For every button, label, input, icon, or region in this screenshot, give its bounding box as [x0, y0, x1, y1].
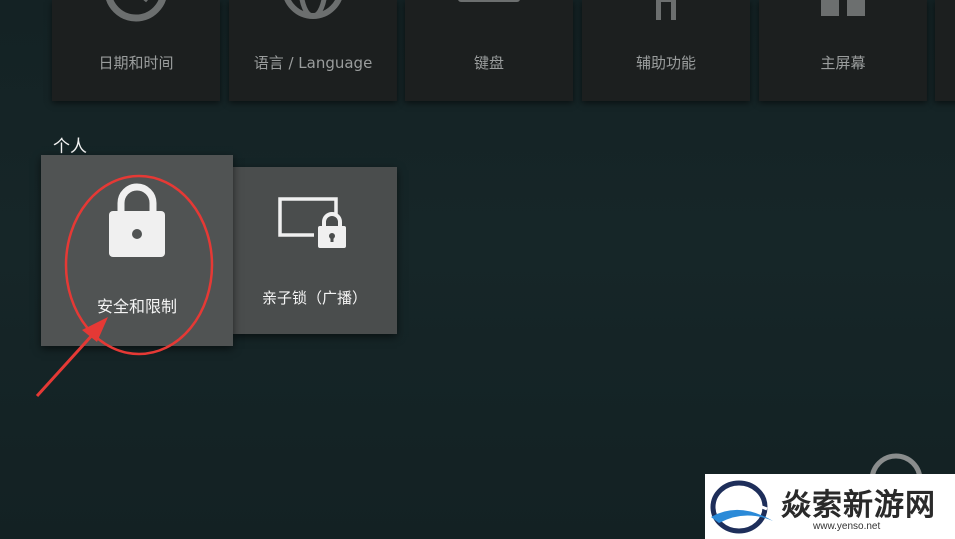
- watermark-logo: 焱索新游网 www.yenso.net: [705, 474, 955, 539]
- watermark-url: www.yenso.net: [813, 521, 881, 532]
- keyboard-icon: [454, 0, 524, 18]
- swoosh-logo-icon: [709, 479, 775, 539]
- globe-icon: [281, 0, 345, 26]
- watermark-title: 焱索新游网: [781, 488, 936, 523]
- settings-tile-language[interactable]: 语言 / Language: [229, 0, 397, 101]
- security-restrictions-label: 安全和限制: [96, 297, 177, 316]
- lock-icon: [107, 179, 167, 263]
- clock-icon: [104, 0, 168, 26]
- settings-tile-home-screen[interactable]: 主屏幕: [759, 0, 927, 101]
- tile-label: 日期和时间: [98, 54, 174, 72]
- section-title-personal: 个人: [53, 137, 87, 157]
- accessibility-icon: [646, 0, 686, 26]
- settings-tile-partial[interactable]: [935, 0, 955, 101]
- tile-label: 主屏幕: [820, 54, 866, 72]
- security-restrictions-card[interactable]: 安全和限制: [41, 155, 233, 346]
- tile-label: 辅助功能: [635, 54, 696, 72]
- parental-lock-broadcast-card[interactable]: 亲子锁（广播）: [232, 167, 397, 334]
- settings-tile-keyboard[interactable]: 键盘: [405, 0, 573, 101]
- settings-tile-date-time[interactable]: 日期和时间: [52, 0, 220, 101]
- tile-label: 键盘: [473, 54, 504, 72]
- parental-lock-broadcast-label: 亲子锁（广播）: [261, 289, 367, 307]
- screen-lock-icon: [278, 195, 354, 255]
- settings-tile-accessibility[interactable]: 辅助功能: [582, 0, 750, 101]
- tile-label: 语言 / Language: [253, 54, 373, 72]
- home-screen-icon: [815, 0, 871, 22]
